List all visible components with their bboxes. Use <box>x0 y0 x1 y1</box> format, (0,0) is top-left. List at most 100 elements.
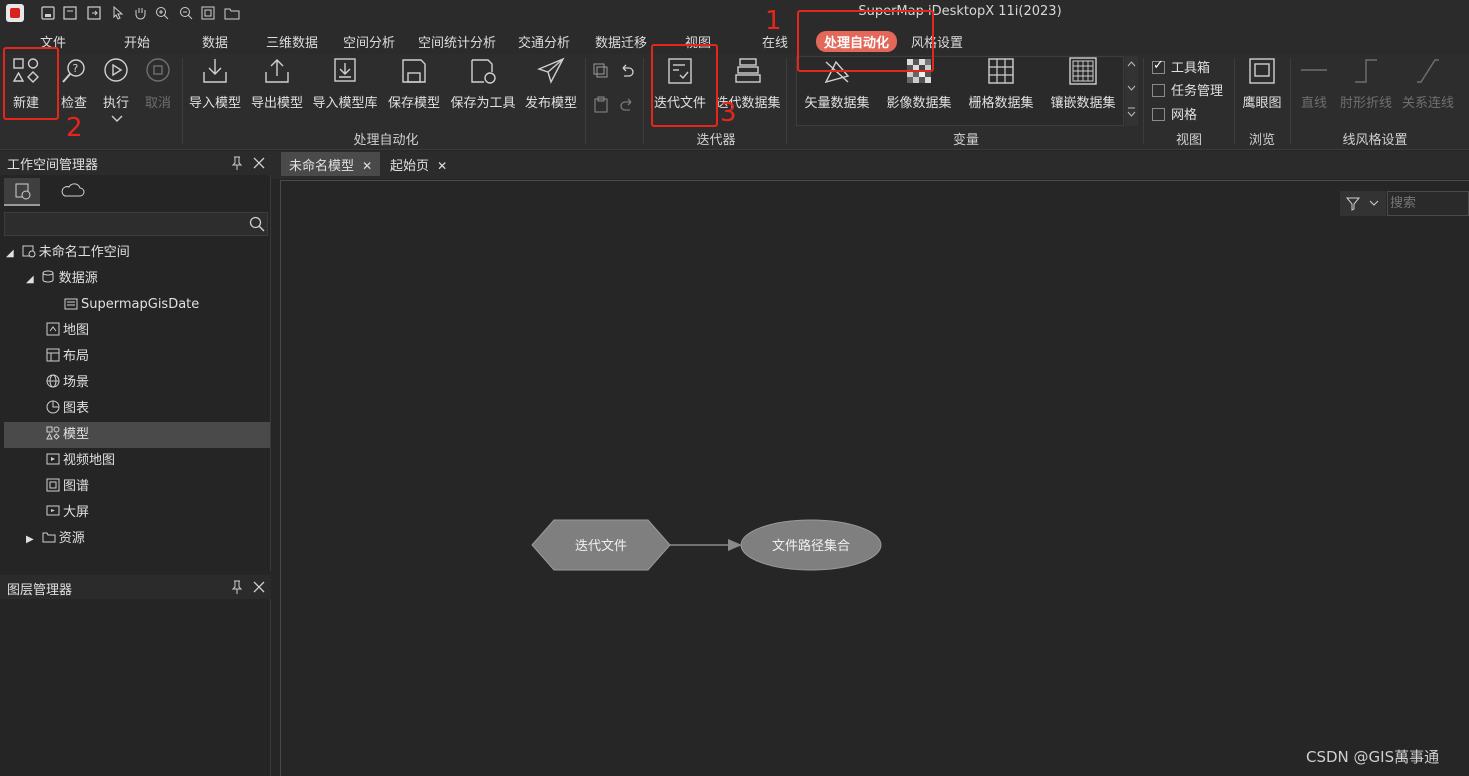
menu-tab-traffic[interactable]: 交通分析 <box>518 32 570 51</box>
publish-model-button[interactable]: 发布模型 <box>522 56 580 126</box>
save-model-button[interactable]: 保存模型 <box>386 56 442 126</box>
redo-icon[interactable] <box>618 96 636 114</box>
save-as-tool-button[interactable]: 保存为工具 <box>448 56 518 126</box>
tree-item-atlas[interactable]: 图谱 <box>46 474 89 500</box>
paste-icon[interactable] <box>592 96 610 114</box>
cancel-label: 取消 <box>144 96 171 111</box>
tree-item-video-map[interactable]: 视频地图 <box>46 448 115 474</box>
workspace-tab-tree[interactable] <box>4 178 40 206</box>
full-extent-icon[interactable] <box>200 5 216 21</box>
import-model-label: 导入模型 <box>188 96 241 111</box>
menu-tab-data[interactable]: 数据 <box>202 32 228 51</box>
model-icon <box>46 424 60 440</box>
tree-item-workspace[interactable]: ◢ 未命名工作空间 <box>6 240 130 266</box>
grid-dataset-button[interactable]: 栅格数据集 <box>964 56 1038 126</box>
workspace-tab-cloud[interactable] <box>58 178 88 206</box>
folder-icon[interactable] <box>224 5 240 21</box>
import-model-lib-button[interactable]: 导入模型库 <box>312 56 378 126</box>
workspace-search-input[interactable] <box>4 212 268 236</box>
pie-chart-icon <box>46 398 60 414</box>
tree-item-layout[interactable]: 布局 <box>46 344 89 370</box>
tree-item-datasource[interactable]: ◢ 数据源 <box>26 266 98 292</box>
chevron-down-icon[interactable] <box>108 110 126 128</box>
new-doc-icon[interactable] <box>40 5 56 21</box>
pin-icon[interactable] <box>228 154 246 172</box>
gallery-scrollbar[interactable] <box>1125 56 1138 126</box>
tree-item-scene[interactable]: 场景 <box>46 370 89 396</box>
import-model-lib-label: 导入模型库 <box>312 96 378 111</box>
toolbox-checkbox[interactable]: 工具箱 <box>1152 57 1210 76</box>
copy-icon[interactable] <box>592 62 610 80</box>
grid-checkbox[interactable]: 网格 <box>1152 104 1197 123</box>
close-icon[interactable] <box>250 154 268 172</box>
search-icon[interactable] <box>248 215 266 233</box>
eagle-eye-button[interactable]: 鹰眼图 <box>1240 56 1284 126</box>
app-logo-icon <box>6 4 24 22</box>
tree-label: 布局 <box>63 349 90 364</box>
elbow-line-button[interactable]: 肘形折线 <box>1338 56 1394 126</box>
tree-item-chart[interactable]: 图表 <box>46 396 89 422</box>
mosaic-dataset-icon <box>1068 56 1098 86</box>
close-icon[interactable]: ✕ <box>362 159 372 173</box>
doc-tab-label: 起始页 <box>390 159 430 174</box>
iterate-file-node[interactable]: 迭代文件 <box>531 519 671 571</box>
filter-dropdown[interactable] <box>1340 191 1386 216</box>
layer-panel <box>0 575 271 776</box>
zoom-out-icon[interactable] <box>178 5 194 21</box>
straight-line-button[interactable]: 直线 <box>1296 56 1332 126</box>
pointer-icon[interactable] <box>110 5 126 21</box>
menu-tab-3d-data[interactable]: 三维数据 <box>266 32 318 51</box>
save-as-tool-label: 保存为工具 <box>450 96 516 111</box>
folder-icon <box>42 528 56 543</box>
tree-label: SupermapGisDate <box>81 297 200 312</box>
file-path-set-node[interactable]: 文件路径集合 <box>740 519 882 571</box>
tree-item-model[interactable]: 模型 <box>46 422 89 448</box>
annotation-box-3 <box>651 44 718 127</box>
tree-item-resource[interactable]: ▶ 资源 <box>26 526 85 552</box>
canvas-search-input[interactable] <box>1387 191 1469 216</box>
datasource-icon <box>42 268 56 283</box>
tree-item-datasource-child[interactable]: SupermapGisDate <box>64 292 199 318</box>
check-icon: ? <box>59 56 89 86</box>
pin-icon[interactable] <box>228 578 246 596</box>
export-model-button[interactable]: 导出模型 <box>248 56 306 126</box>
file-path-set-node-label: 文件路径集合 <box>772 538 850 554</box>
menu-tab-start[interactable]: 开始 <box>124 32 150 51</box>
eagle-eye-icon <box>1247 56 1277 86</box>
doc-tab-start-page[interactable]: 起始页 ✕ <box>382 152 455 176</box>
grid-dataset-icon <box>986 56 1016 86</box>
menu-tab-spatial-stats[interactable]: 空间统计分析 <box>418 32 496 51</box>
grid-label: 网格 <box>1171 108 1198 123</box>
pan-hand-icon[interactable] <box>132 5 148 21</box>
mosaic-dataset-button[interactable]: 镶嵌数据集 <box>1046 56 1120 126</box>
annotation-number-1: 1 <box>765 6 782 36</box>
globe-icon <box>46 372 60 388</box>
annotation-number-3: 3 <box>720 98 737 128</box>
elbow-line-icon <box>1351 56 1381 86</box>
tree-item-map[interactable]: 地图 <box>46 318 89 344</box>
export-icon[interactable] <box>86 5 102 21</box>
import-library-icon <box>330 56 360 86</box>
group-label-browse: 浏览 <box>1248 133 1275 148</box>
expand-down-icon: ◢ <box>26 274 34 285</box>
model-canvas[interactable] <box>280 180 1469 776</box>
save-icon[interactable] <box>62 5 78 21</box>
straight-line-label: 直线 <box>1300 96 1327 111</box>
close-icon[interactable] <box>250 578 268 596</box>
close-icon[interactable]: ✕ <box>437 159 447 173</box>
menu-tab-spatial-analysis[interactable]: 空间分析 <box>343 32 395 51</box>
doc-tab-model[interactable]: 未命名模型 ✕ <box>281 152 381 176</box>
zoom-in-icon[interactable] <box>154 5 170 21</box>
watermark: CSDN @GIS萬事通 <box>1306 748 1440 766</box>
layout-icon <box>46 346 60 362</box>
import-model-button[interactable]: 导入模型 <box>186 56 244 126</box>
tree-item-bigscreen[interactable]: 大屏 <box>46 500 89 526</box>
relation-line-button[interactable]: 关系连线 <box>1400 56 1456 126</box>
cancel-button[interactable]: 取消 <box>140 56 176 126</box>
menu-tab-migration[interactable]: 数据迁移 <box>595 32 647 51</box>
expand-down-icon: ◢ <box>6 248 14 259</box>
task-manager-checkbox[interactable]: 任务管理 <box>1152 80 1223 99</box>
undo-icon[interactable] <box>618 62 636 80</box>
tree-label: 场景 <box>63 375 90 390</box>
import-icon <box>200 56 230 86</box>
